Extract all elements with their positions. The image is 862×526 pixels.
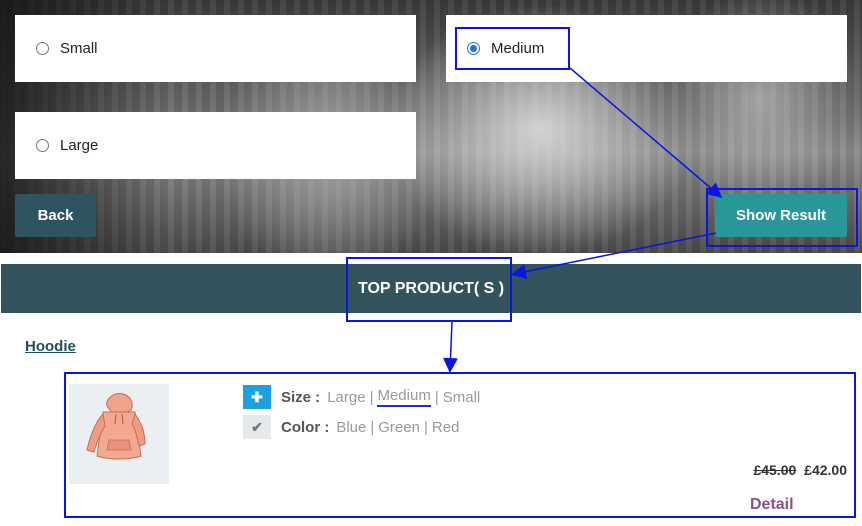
option-large[interactable]: Large	[15, 112, 416, 179]
option-large-label: Large	[60, 137, 99, 154]
annotation-box-banner	[346, 257, 512, 322]
back-button[interactable]: Back	[15, 194, 96, 237]
option-small-label: Small	[60, 40, 98, 57]
option-small[interactable]: Small	[15, 15, 416, 82]
arrow-banner-to-product	[443, 321, 458, 373]
product-title-link[interactable]: Hoodie	[25, 338, 76, 355]
annotation-box-show-result	[706, 188, 858, 247]
radio-large[interactable]	[36, 139, 49, 152]
annotation-box-medium	[455, 27, 570, 70]
radio-small[interactable]	[36, 42, 49, 55]
annotation-box-product	[64, 372, 856, 518]
